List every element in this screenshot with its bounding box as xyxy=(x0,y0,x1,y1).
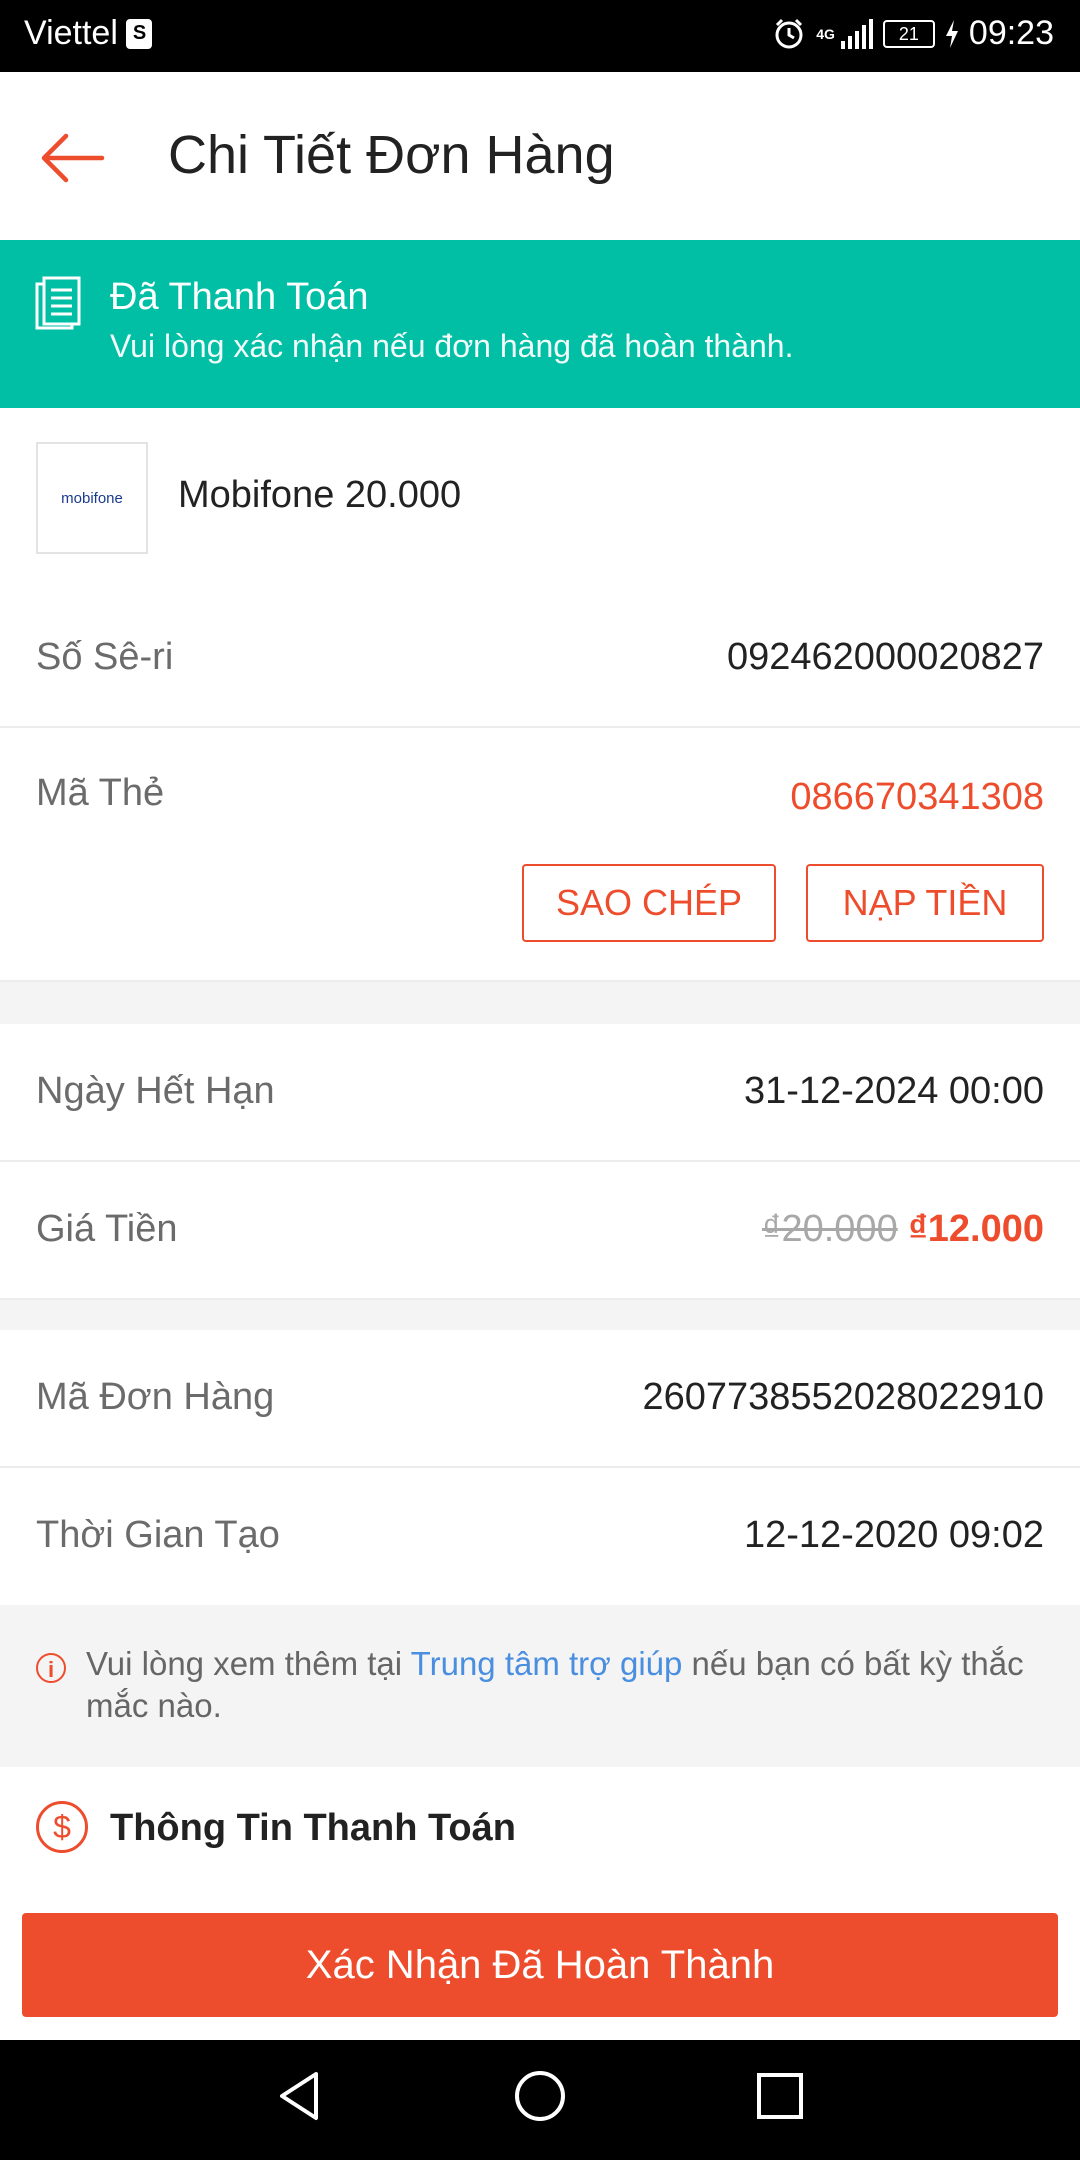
order-status-banner: Đã Thanh Toán Vui lòng xác nhận nếu đơn … xyxy=(0,240,1080,408)
status-bar: Viettel 4G 21 09:23 xyxy=(0,0,1080,72)
expiry-row: Ngày Hết Hạn 31-12-2024 00:00 xyxy=(0,1024,1080,1162)
shopping-bag-icon xyxy=(125,18,152,49)
page-title: Chi Tiết Đơn Hàng xyxy=(168,125,615,185)
help-info-box: i Vui lòng xem thêm tại Trung tâm trợ gi… xyxy=(0,1605,1080,1767)
help-prefix: Vui lòng xem thêm tại xyxy=(86,1645,411,1682)
app-header: Chi Tiết Đơn Hàng xyxy=(0,72,1080,240)
expiry-label: Ngày Hết Hạn xyxy=(36,1070,275,1112)
expiry-value: 31-12-2024 00:00 xyxy=(743,1070,1044,1112)
back-arrow-icon[interactable] xyxy=(36,122,108,194)
price-label: Giá Tiền xyxy=(36,1208,178,1250)
section-divider xyxy=(0,982,1080,1024)
created-time-value: 12-12-2020 09:02 xyxy=(743,1514,1044,1556)
system-nav-bar xyxy=(0,2040,1080,2160)
price-row: Giá Tiền ₫20.000 ₫12.000 xyxy=(0,1162,1080,1300)
status-icons: 4G 21 09:23 xyxy=(772,14,1054,53)
serial-label: Số Sê-ri xyxy=(36,636,174,678)
topup-button[interactable]: NẠP TIỀN xyxy=(806,864,1044,942)
status-title: Đã Thanh Toán xyxy=(110,276,369,318)
help-text: Vui lòng xem thêm tại Trung tâm trợ giúp… xyxy=(86,1643,1036,1727)
product-name: Mobifone 20.000 xyxy=(178,474,462,516)
info-icon: i xyxy=(36,1653,66,1683)
network-type: 4G xyxy=(816,25,835,42)
dollar-icon: $ xyxy=(36,1801,88,1853)
nav-recents-icon[interactable] xyxy=(750,2066,810,2126)
logo-text: mobifone xyxy=(61,489,123,507)
copy-button[interactable]: SAO CHÉP xyxy=(522,864,776,942)
created-time-label: Thời Gian Tạo xyxy=(36,1514,280,1556)
discounted-price: ₫12.000 xyxy=(908,1208,1044,1250)
card-code-value: 086670341308 xyxy=(790,776,1044,818)
carrier-name: Viettel xyxy=(24,14,118,52)
order-id-label: Mã Đơn Hàng xyxy=(36,1376,275,1418)
mobifone-logo: mobifone xyxy=(36,442,148,554)
product-row[interactable]: mobifone Mobifone 20.000 xyxy=(0,408,1080,590)
serial-value: 092462000020827 xyxy=(726,636,1044,678)
confirm-complete-button[interactable]: Xác Nhận Đã Hoàn Thành xyxy=(22,1913,1058,2017)
price-values: ₫20.000 ₫12.000 xyxy=(762,1208,1044,1251)
charging-icon xyxy=(945,19,958,48)
help-center-link[interactable]: Trung tâm trợ giúp xyxy=(411,1645,683,1682)
card-code-label: Mã Thẻ xyxy=(36,772,165,814)
order-id-value: 2607738552028022910 xyxy=(642,1376,1044,1418)
original-price: ₫20.000 xyxy=(761,1208,898,1250)
created-time-row: Thời Gian Tạo 12-12-2020 09:02 xyxy=(0,1468,1080,1605)
document-icon xyxy=(35,276,81,330)
carrier-info: Viettel xyxy=(24,14,152,53)
clock: 09:23 xyxy=(968,14,1054,52)
nav-home-icon[interactable] xyxy=(510,2066,570,2126)
alarm-icon xyxy=(775,18,803,48)
payment-info-title: Thông Tin Thanh Toán xyxy=(110,1807,516,1849)
order-id-row: Mã Đơn Hàng 2607738552028022910 xyxy=(0,1330,1080,1468)
signal-icon xyxy=(840,18,873,49)
status-subtitle: Vui lòng xác nhận nếu đơn hàng đã hoàn t… xyxy=(110,328,794,364)
section-divider xyxy=(0,1300,1080,1330)
nav-back-icon[interactable] xyxy=(270,2066,330,2126)
battery-icon: 21 xyxy=(882,19,935,48)
bottom-action-bar: Xác Nhận Đã Hoàn Thành xyxy=(0,1887,1080,2040)
payment-info-header[interactable]: $ Thông Tin Thanh Toán xyxy=(0,1767,1080,1887)
card-code-row: Mã Thẻ 086670341308 SAO CHÉP NẠP TIỀN xyxy=(0,728,1080,982)
serial-row: Số Sê-ri 092462000020827 xyxy=(0,588,1080,728)
